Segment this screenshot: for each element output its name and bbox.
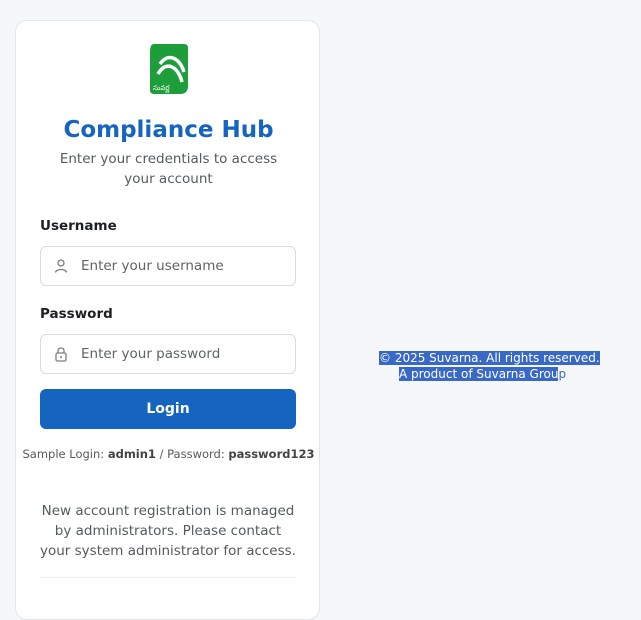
divider	[40, 577, 296, 578]
sample-login-hint: Sample Login: admin1 / Password: passwor…	[16, 447, 321, 461]
sample-separator: / Password:	[159, 447, 225, 461]
svg-text:సువర్ణ: సువర్ణ	[153, 84, 170, 93]
username-label: Username	[40, 218, 117, 234]
login-button[interactable]: Login	[40, 389, 296, 429]
product-text-tail: p	[558, 367, 567, 381]
registration-note: New account registration is managed by a…	[40, 503, 296, 559]
username-field[interactable]	[40, 246, 296, 286]
sample-prefix: Sample Login:	[22, 447, 105, 461]
username-input[interactable]	[81, 247, 281, 285]
product-text: A product of Suvarna Grou	[399, 367, 559, 381]
sample-password: password123	[228, 447, 315, 461]
lock-icon	[55, 347, 67, 362]
login-card: సువర్ణ Compliance Hub Enter your credent…	[15, 20, 320, 620]
password-field[interactable]	[40, 334, 296, 374]
suvarna-logo: సువర్ణ	[150, 44, 188, 94]
copyright-text: © 2025 Suvarna. All rights reserved.	[379, 351, 600, 365]
password-input[interactable]	[81, 335, 281, 373]
sample-username: admin1	[107, 447, 156, 461]
page-subtitle: Enter your credentials to access your ac…	[59, 151, 278, 187]
password-label: Password	[40, 306, 113, 322]
user-icon	[54, 259, 68, 273]
footer: © 2025 Suvarna. All rights reserved. A p…	[379, 350, 600, 382]
page-title: Compliance Hub	[63, 117, 274, 143]
